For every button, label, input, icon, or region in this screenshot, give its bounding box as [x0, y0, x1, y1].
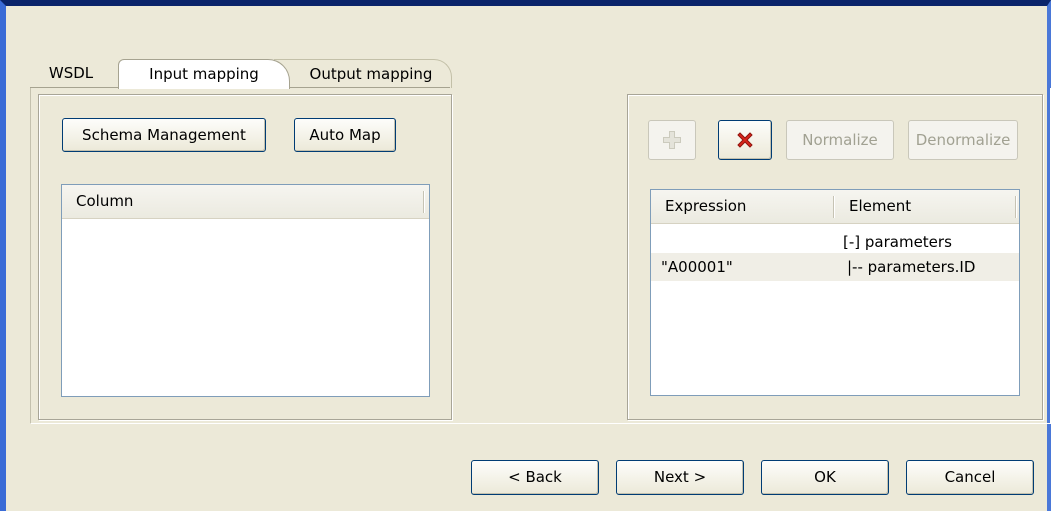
plus-icon: [663, 131, 681, 149]
next-label: Next >: [653, 468, 707, 486]
tab-wsdl-label: WSDL: [48, 64, 94, 82]
red-x-icon: [737, 132, 753, 148]
element-cell: |-- parameters.ID: [847, 258, 976, 276]
auto-map-button[interactable]: Auto Map: [294, 118, 396, 152]
column-header[interactable]: Column: [62, 185, 422, 218]
mapping-panel: Normalize Denormalize Expression Element…: [627, 94, 1043, 420]
dialog-window: WSDL Output mapping Input mapping Schema…: [0, 0, 1051, 514]
back-label: < Back: [508, 468, 562, 486]
back-button[interactable]: < Back: [471, 460, 599, 495]
element-cell: [-] parameters: [843, 233, 952, 251]
column-table[interactable]: Column: [61, 184, 430, 397]
column-table-header: Column: [62, 185, 429, 219]
table-row[interactable]: "A00001" |-- parameters.ID: [651, 253, 1019, 281]
tab-input-mapping-label: Input mapping: [149, 65, 259, 83]
tab-input-mapping[interactable]: Input mapping: [118, 59, 290, 89]
auto-map-label: Auto Map: [309, 126, 381, 144]
cancel-label: Cancel: [944, 468, 996, 486]
tab-output-mapping-label: Output mapping: [309, 65, 433, 83]
denormalize-button[interactable]: Denormalize: [908, 120, 1018, 160]
header-separator: [833, 196, 834, 218]
normalize-label: Normalize: [802, 131, 878, 149]
element-header[interactable]: Element: [835, 190, 1015, 223]
ok-button[interactable]: OK: [761, 460, 889, 495]
mapping-table[interactable]: Expression Element [-] parameters "A0000…: [650, 189, 1020, 396]
expression-cell[interactable]: [661, 228, 831, 256]
table-row[interactable]: [-] parameters: [651, 228, 1019, 256]
header-separator: [1015, 196, 1016, 218]
ok-label: OK: [814, 468, 836, 486]
add-button[interactable]: [648, 120, 696, 160]
input-schema-panel: Schema Management Auto Map Column: [38, 94, 452, 420]
mapping-table-header: Expression Element: [651, 190, 1019, 224]
header-separator: [423, 191, 424, 213]
next-button[interactable]: Next >: [616, 460, 744, 495]
expression-header[interactable]: Expression: [651, 190, 833, 223]
normalize-button[interactable]: Normalize: [786, 120, 894, 160]
denormalize-label: Denormalize: [915, 131, 1011, 149]
tab-output-mapping[interactable]: Output mapping: [274, 59, 452, 88]
tab-content: Schema Management Auto Map Column Normal…: [30, 88, 1051, 424]
schema-management-button[interactable]: Schema Management: [62, 118, 266, 152]
cancel-button[interactable]: Cancel: [906, 460, 1034, 495]
schema-management-label: Schema Management: [82, 126, 246, 144]
delete-button[interactable]: [718, 120, 772, 160]
expression-cell[interactable]: "A00001": [661, 253, 831, 281]
tab-wsdl[interactable]: WSDL: [40, 59, 102, 87]
